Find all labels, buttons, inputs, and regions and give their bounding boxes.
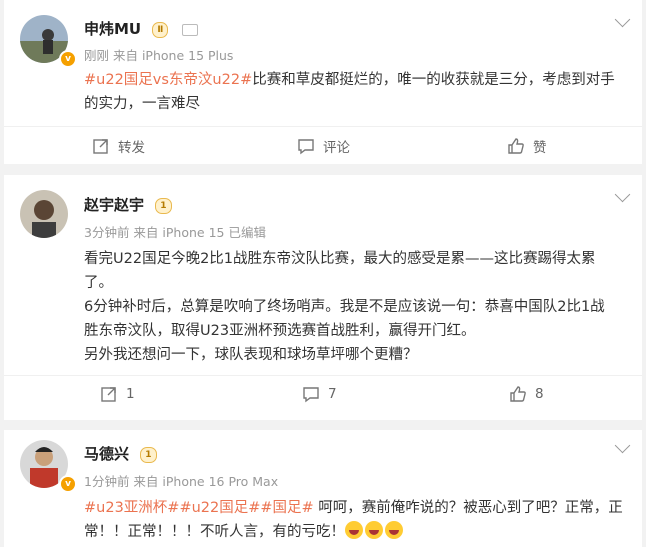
comment-button[interactable]: 7: [302, 385, 337, 403]
thumbs-up-icon: [510, 386, 526, 402]
chevron-down-icon[interactable]: [614, 437, 631, 454]
avatar[interactable]: [20, 190, 68, 238]
thumbs-up-icon: [508, 138, 524, 154]
repost-button[interactable]: 1: [100, 385, 135, 403]
post-meta: 刚刚 来自 iPhone 15 Plus: [84, 48, 234, 63]
level-badge: 1: [140, 446, 157, 463]
post-meta: 1分钟前 来自 iPhone 16 Pro Max: [84, 474, 279, 489]
comment-icon: [303, 387, 319, 403]
divider: [4, 126, 642, 127]
post-meta: 3分钟前 来自 iPhone 15 已编辑: [84, 225, 266, 240]
comment-text: #u22国足vs东帝汶u22#比赛和草皮都挺烂的，唯一的收获就是三分，考虑到对手…: [84, 72, 615, 112]
laughing-emoji-icon: [385, 521, 403, 539]
comment-text: #u23亚洲杯##u22国足##国足# 呵呵，赛前俺咋说的？被恶心到了吧？正常，…: [84, 500, 623, 540]
verified-badge-icon: v: [59, 475, 77, 493]
like-button[interactable]: 赞: [507, 136, 547, 156]
laughing-emoji-icon: [365, 521, 383, 539]
laughing-emoji-icon: [345, 521, 363, 539]
repost-icon: [93, 139, 108, 154]
comment-card: 赵宇赵宇 1 3分钟前 来自 iPhone 15 已编辑 看完U22国足今晚2比…: [4, 175, 642, 420]
chevron-down-icon[interactable]: [614, 186, 631, 203]
verified-badge-icon: v: [59, 50, 77, 68]
comment-card: v 申炜MU Ⅱ 刚刚 来自 iPhone 15 Plus #u22国足vs东帝…: [4, 0, 642, 164]
level-badge: Ⅱ: [152, 21, 169, 38]
comment-text: 看完U22国足今晚2比1战胜东帝汶队比赛，最大的感受是累——这比赛踢得太累 了。…: [84, 251, 605, 363]
hashtag-link[interactable]: #u23亚洲杯##u22国足##国足#: [84, 500, 314, 516]
edit-icon: [181, 23, 198, 36]
chevron-down-icon[interactable]: [614, 11, 631, 28]
repost-icon: [101, 387, 116, 402]
user-name[interactable]: 赵宇赵宇 1: [84, 194, 172, 215]
user-name[interactable]: 马德兴 1: [84, 443, 157, 464]
comment-icon: [298, 139, 314, 155]
user-name[interactable]: 申炜MU Ⅱ: [84, 18, 198, 39]
repost-button[interactable]: 转发: [92, 136, 145, 156]
level-badge: 1: [155, 197, 172, 214]
divider: [4, 375, 642, 376]
comment-card: v 马德兴 1 1分钟前 来自 iPhone 16 Pro Max #u23亚洲…: [4, 430, 642, 547]
like-button[interactable]: 8: [509, 385, 544, 403]
comment-button[interactable]: 评论: [297, 136, 350, 156]
hashtag-link[interactable]: #u22国足vs东帝汶u22#: [84, 72, 252, 88]
